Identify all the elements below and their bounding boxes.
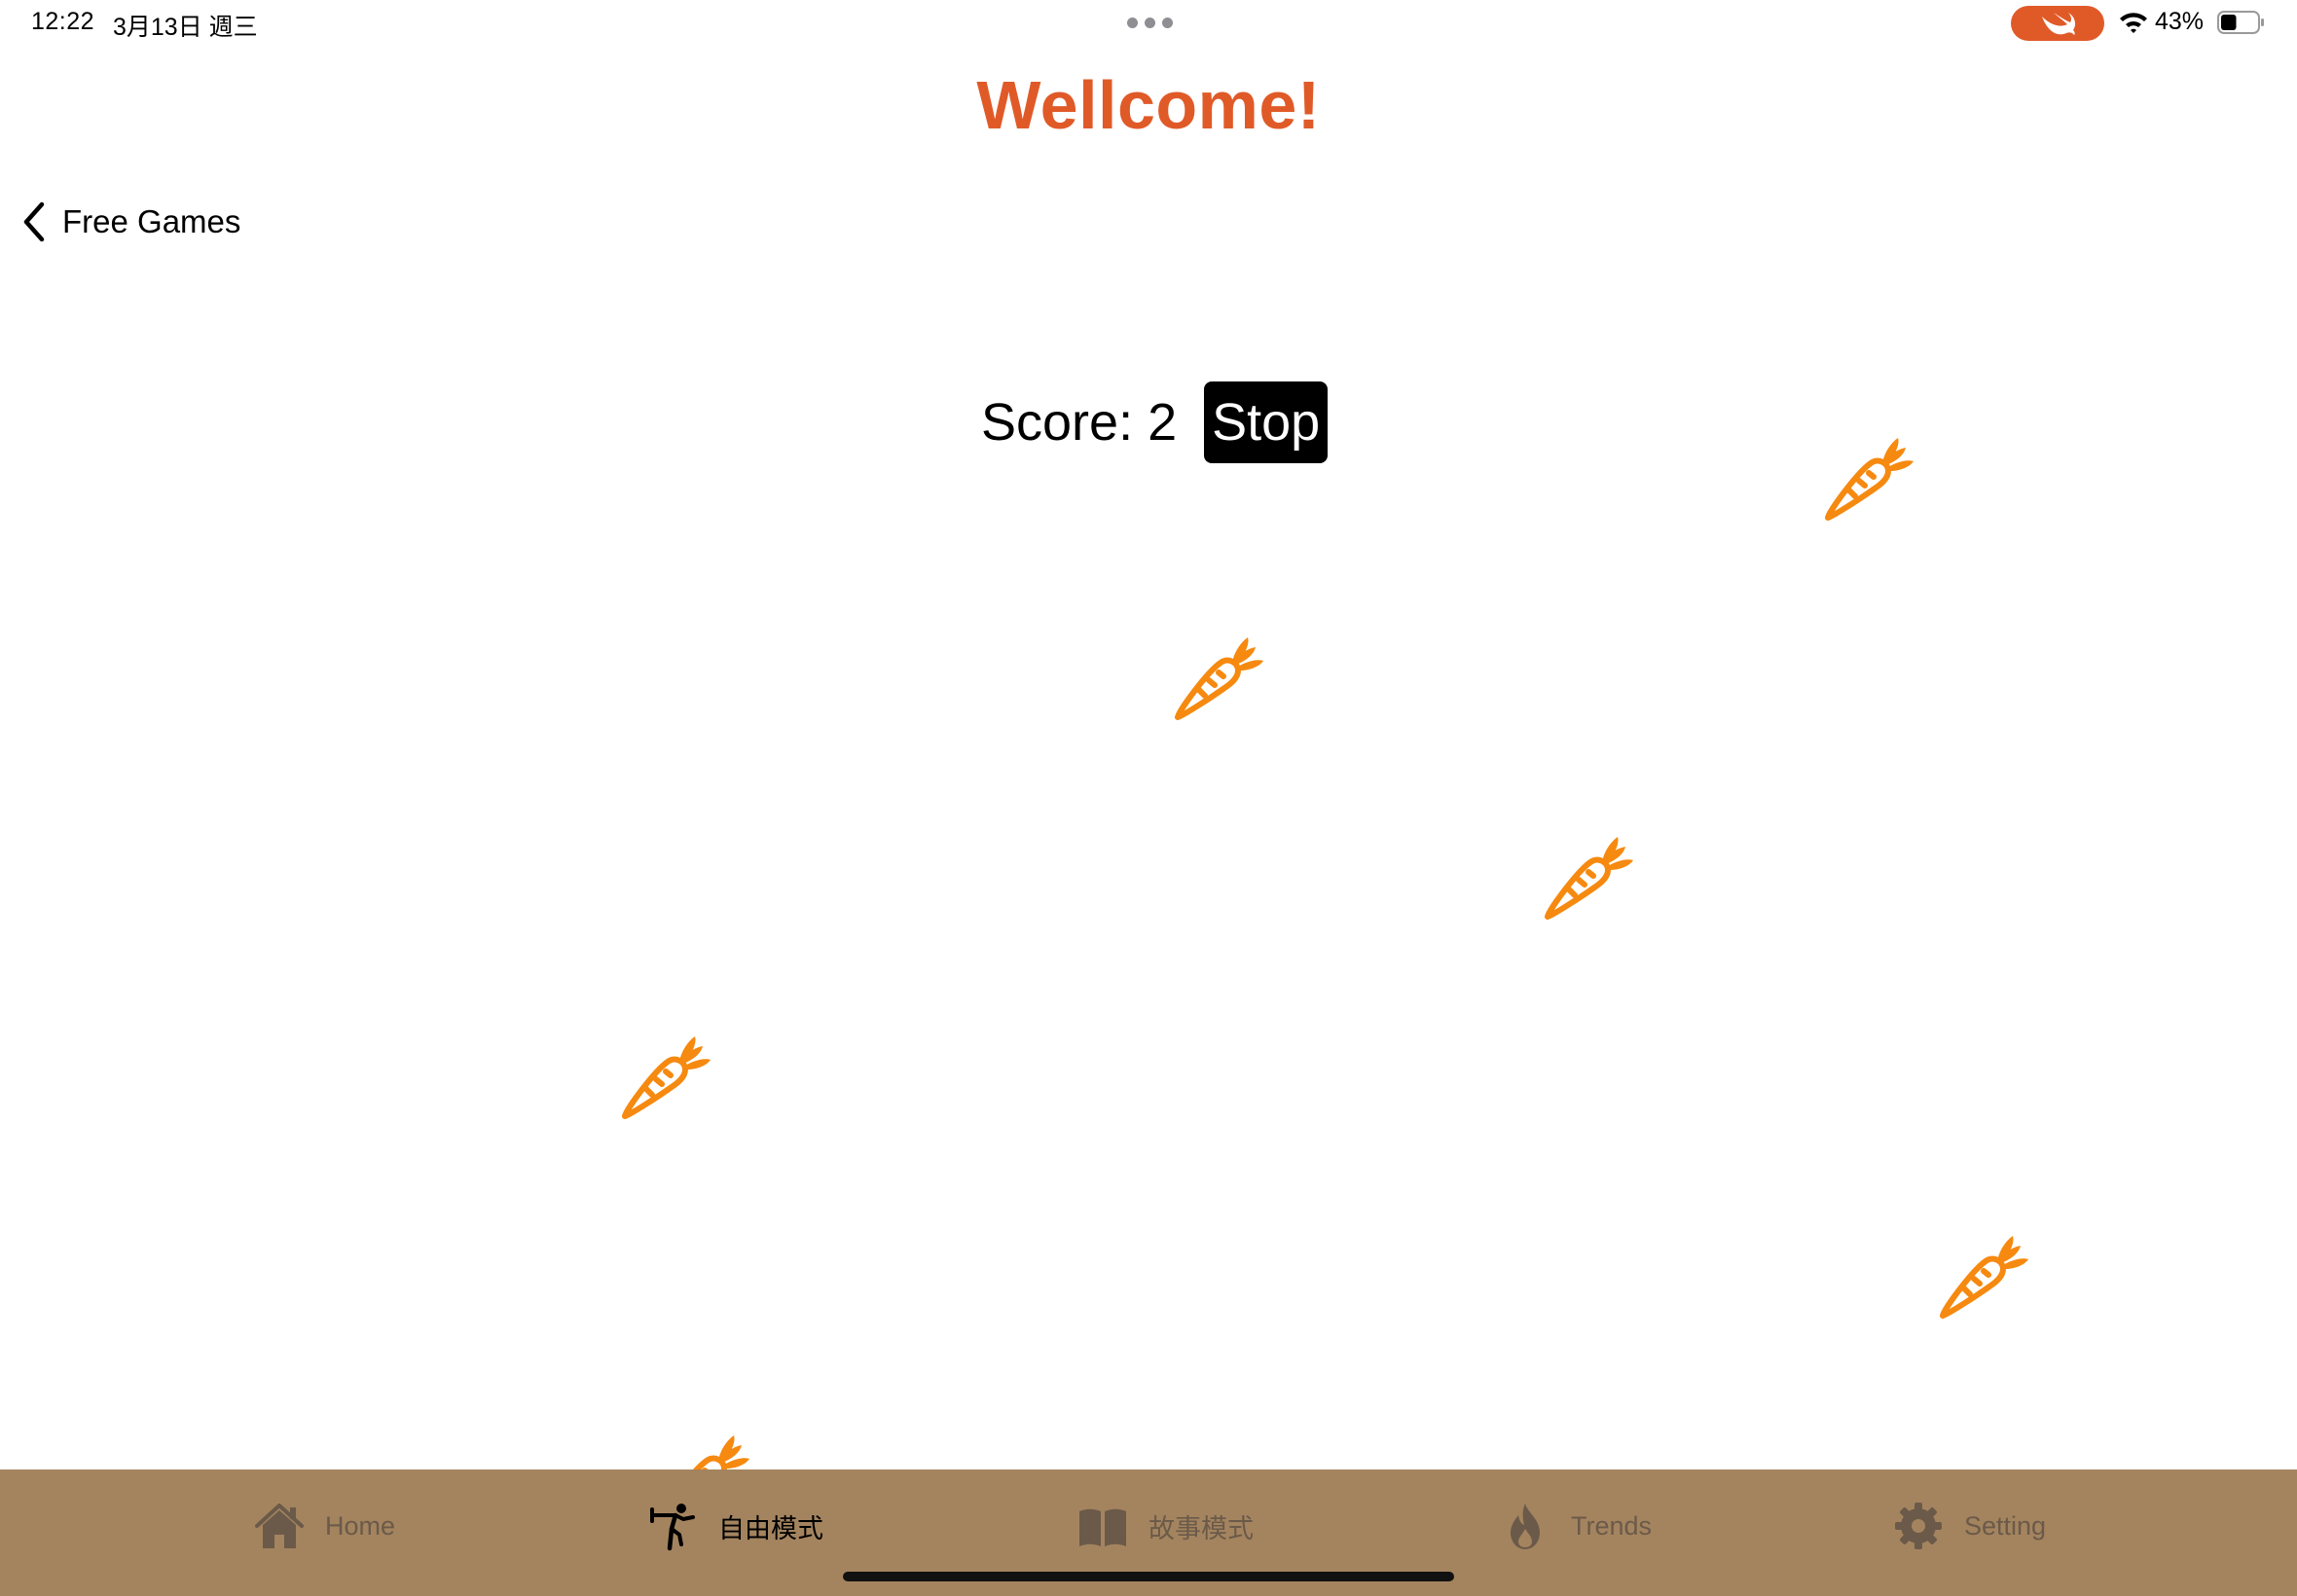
flame-icon: [1511, 1504, 1540, 1549]
figure-kick-icon: [650, 1504, 695, 1551]
carrot-icon[interactable]: [1820, 428, 1917, 526]
tab-label: 故事模式: [1148, 1513, 1254, 1543]
score-row: Score: 2 Stop: [981, 381, 1329, 463]
chevron-back-icon: [23, 201, 45, 242]
tab-label: Trends: [1571, 1510, 1653, 1541]
swift-bird-icon: [2042, 13, 2076, 35]
tab-label: Home: [325, 1510, 396, 1541]
status-time: 12:22: [31, 8, 95, 35]
score-label: Score: 2: [981, 393, 1178, 452]
tab-free-mode[interactable]: 自由模式: [646, 1497, 823, 1555]
book-icon: [1079, 1508, 1126, 1546]
home-indicator[interactable]: [843, 1572, 1454, 1581]
house-icon: [255, 1504, 304, 1548]
tab-label: 自由模式: [718, 1513, 823, 1543]
battery-icon: [2217, 11, 2264, 34]
carrot-icon[interactable]: [1935, 1226, 2032, 1324]
back-button-label: Free Games: [62, 203, 241, 239]
tab-trends[interactable]: Trends: [1499, 1497, 1652, 1555]
app-screen: 12:22 3月13日 週三 43% Wellcome! Free Games …: [0, 0, 2297, 1596]
multitasking-dots-icon[interactable]: [1127, 18, 1173, 28]
swift-playground-pill[interactable]: [2011, 6, 2104, 41]
wifi-icon: [2120, 13, 2147, 33]
tab-story-mode[interactable]: 故事模式: [1076, 1497, 1254, 1555]
tab-label: Setting: [1964, 1510, 2047, 1541]
page-title: Wellcome!: [976, 67, 1321, 143]
tab-home[interactable]: Home: [253, 1497, 395, 1555]
gear-icon: [1895, 1503, 1942, 1549]
status-date: 3月13日 週三: [113, 14, 258, 41]
battery-percentage: 43%: [2155, 8, 2205, 35]
carrot-icon[interactable]: [617, 1027, 714, 1124]
carrot-icon[interactable]: [1540, 827, 1637, 925]
stop-button[interactable]: Stop: [1204, 381, 1329, 463]
back-button[interactable]: Free Games: [21, 195, 240, 249]
carrot-icon[interactable]: [1170, 628, 1267, 725]
tab-setting[interactable]: Setting: [1892, 1497, 2046, 1555]
